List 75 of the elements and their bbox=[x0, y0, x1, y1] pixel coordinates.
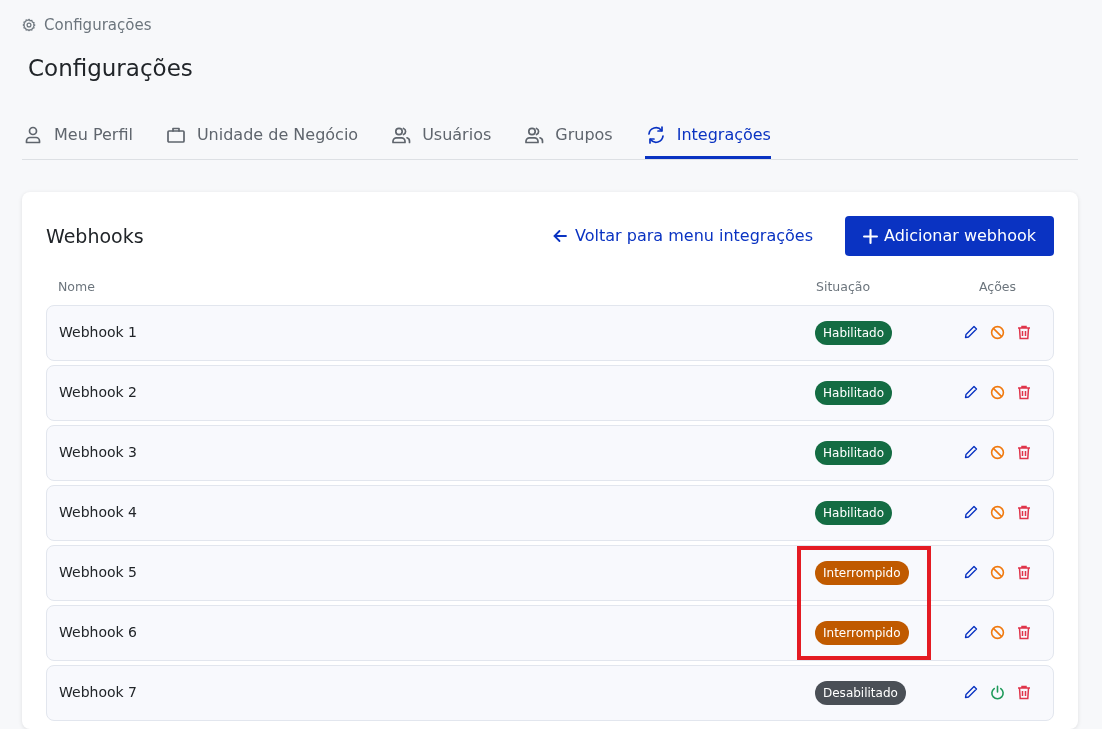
block-icon bbox=[990, 385, 1005, 401]
edit-button[interactable] bbox=[964, 505, 978, 521]
plus-icon bbox=[863, 228, 878, 244]
settings-icon bbox=[22, 18, 36, 33]
status-badge: Habilitado bbox=[815, 320, 892, 345]
delete-button[interactable] bbox=[1017, 445, 1031, 461]
pencil-icon bbox=[964, 565, 978, 580]
webhook-name: Webhook 2 bbox=[59, 383, 138, 403]
people-icon bbox=[390, 125, 413, 145]
trash-icon bbox=[1017, 325, 1031, 341]
tab[interactable]: Unidade de Negócio bbox=[164, 119, 359, 159]
tab[interactable]: Usuários bbox=[390, 119, 492, 159]
edit-button[interactable] bbox=[964, 685, 978, 701]
status-badge: Interrompido bbox=[815, 560, 909, 585]
edit-button[interactable] bbox=[964, 565, 978, 581]
tab[interactable]: Grupos bbox=[523, 119, 613, 159]
column-header: Ações bbox=[978, 278, 1017, 296]
disable-button[interactable] bbox=[990, 565, 1005, 581]
trash-icon bbox=[1017, 685, 1031, 701]
pencil-icon bbox=[964, 385, 978, 400]
webhook-name: Webhook 4 bbox=[59, 503, 138, 523]
status-badge: Interrompido bbox=[815, 620, 909, 645]
status-badge: Habilitado bbox=[815, 500, 892, 525]
webhook-name: Webhook 7 bbox=[59, 683, 138, 703]
arrow-left-icon bbox=[553, 229, 568, 243]
pencil-icon bbox=[964, 685, 978, 700]
edit-button[interactable] bbox=[964, 625, 978, 641]
column-header: Situação bbox=[816, 278, 872, 296]
block-icon bbox=[990, 445, 1005, 461]
disable-button[interactable] bbox=[990, 385, 1005, 401]
back-link[interactable]: Voltar para menu integrações bbox=[553, 224, 813, 248]
delete-button[interactable] bbox=[1017, 505, 1031, 521]
disable-button[interactable] bbox=[990, 625, 1005, 641]
webhook-name: Webhook 3 bbox=[59, 443, 138, 463]
disable-button[interactable] bbox=[990, 325, 1005, 341]
delete-button[interactable] bbox=[1017, 565, 1031, 581]
trash-icon bbox=[1017, 445, 1031, 461]
delete-button[interactable] bbox=[1017, 685, 1031, 701]
delete-button[interactable] bbox=[1017, 385, 1031, 401]
enable-button[interactable] bbox=[990, 685, 1005, 701]
status-badge: Habilitado bbox=[815, 440, 892, 465]
block-icon bbox=[990, 565, 1005, 581]
add-webhook-button[interactable]: Adicionar webhook bbox=[845, 216, 1054, 256]
panel-title: Webhooks bbox=[46, 223, 144, 249]
column-header: Nome bbox=[58, 278, 96, 296]
page-title: Configurações bbox=[28, 53, 194, 83]
trash-icon bbox=[1017, 565, 1031, 581]
block-icon bbox=[990, 505, 1005, 521]
trash-icon bbox=[1017, 385, 1031, 401]
briefcase-icon bbox=[164, 125, 187, 145]
status-badge: Habilitado bbox=[815, 380, 892, 405]
edit-button[interactable] bbox=[964, 325, 978, 341]
pencil-icon bbox=[964, 445, 978, 460]
tab[interactable]: Meu Perfil bbox=[22, 119, 133, 159]
disable-button[interactable] bbox=[990, 445, 1005, 461]
pencil-icon bbox=[964, 325, 978, 340]
edit-button[interactable] bbox=[964, 385, 978, 401]
people-icon bbox=[523, 125, 546, 145]
power-icon bbox=[990, 685, 1005, 701]
webhook-name: Webhook 1 bbox=[59, 323, 138, 343]
trash-icon bbox=[1017, 625, 1031, 641]
webhook-name: Webhook 6 bbox=[59, 623, 138, 643]
status-badge: Desabilitado bbox=[815, 680, 906, 705]
delete-button[interactable] bbox=[1017, 325, 1031, 341]
tab[interactable]: Integrações bbox=[644, 119, 771, 159]
block-icon bbox=[990, 625, 1005, 641]
edit-button[interactable] bbox=[964, 445, 978, 461]
block-icon bbox=[990, 325, 1005, 341]
disable-button[interactable] bbox=[990, 505, 1005, 521]
breadcrumb: Configurações bbox=[44, 15, 152, 36]
webhook-name: Webhook 5 bbox=[59, 563, 138, 583]
pencil-icon bbox=[964, 505, 978, 520]
trash-icon bbox=[1017, 505, 1031, 521]
pencil-icon bbox=[964, 625, 978, 640]
delete-button[interactable] bbox=[1017, 625, 1031, 641]
